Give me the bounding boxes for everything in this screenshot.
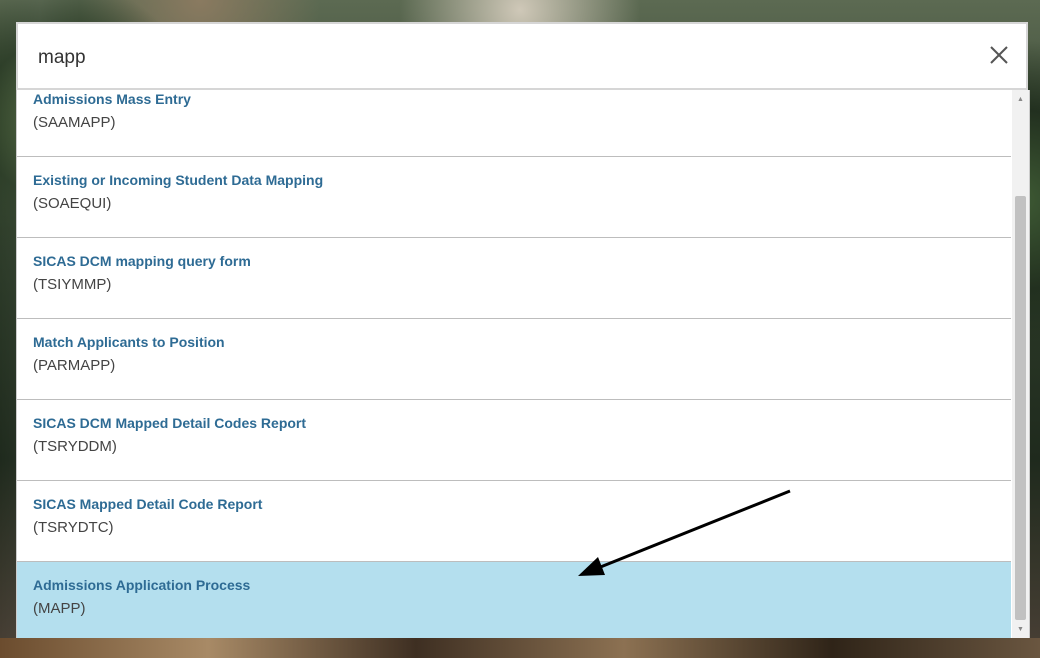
result-code: (TSRYDDM)	[33, 438, 117, 455]
scroll-up-icon[interactable]: ▲	[1012, 92, 1029, 106]
result-title: Match Applicants to Position	[33, 334, 225, 350]
result-title: SICAS DCM Mapped Detail Codes Report	[33, 415, 307, 431]
result-item-tsryddm[interactable]: SICAS DCM Mapped Detail Codes Report (TS…	[17, 400, 1011, 481]
result-title: Admissions Application Process	[33, 577, 251, 593]
close-icon	[990, 46, 1008, 64]
result-item-parmapp[interactable]: Match Applicants to Position (PARMAPP)	[17, 319, 1011, 400]
result-code: (SOAEQUI)	[33, 195, 112, 212]
result-item-saamapp[interactable]: Admissions Mass Entry (SAAMAPP)	[17, 90, 1011, 157]
result-code: (PARMAPP)	[33, 357, 116, 374]
result-item-mapp[interactable]: Admissions Application Process (MAPP)	[17, 562, 1011, 638]
search-results-panel: Admissions Mass Entry (SAAMAPP) Existing…	[16, 90, 1030, 638]
search-bar	[16, 22, 1028, 90]
result-title: SICAS DCM mapping query form	[33, 253, 251, 269]
result-code: (MAPP)	[33, 600, 86, 617]
scroll-down-icon[interactable]: ▼	[1012, 622, 1029, 636]
result-item-soaequi[interactable]: Existing or Incoming Student Data Mappin…	[17, 157, 1011, 238]
result-title: Admissions Mass Entry	[33, 91, 191, 107]
result-code: (SAAMAPP)	[33, 114, 116, 131]
vertical-scrollbar[interactable]: ▲ ▼	[1012, 90, 1029, 638]
background-strip	[0, 638, 1040, 658]
result-item-tsiymmp[interactable]: SICAS DCM mapping query form (TSIYMMP)	[17, 238, 1011, 319]
close-button[interactable]	[982, 38, 1016, 72]
result-item-tsrydtc[interactable]: SICAS Mapped Detail Code Report (TSRYDTC…	[17, 481, 1011, 562]
scroll-thumb[interactable]	[1015, 196, 1026, 620]
result-title: SICAS Mapped Detail Code Report	[33, 496, 263, 512]
result-code: (TSRYDTC)	[33, 519, 114, 536]
search-input[interactable]	[38, 42, 938, 74]
results-list: Admissions Mass Entry (SAAMAPP) Existing…	[17, 90, 1011, 638]
result-code: (TSIYMMP)	[33, 276, 112, 293]
result-title: Existing or Incoming Student Data Mappin…	[33, 172, 324, 188]
